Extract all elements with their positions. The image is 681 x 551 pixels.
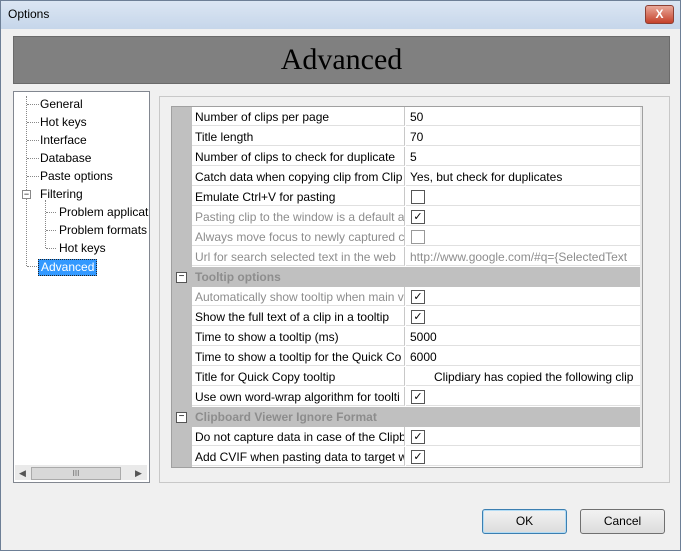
- category-label: Clipboard Viewer Ignore Format: [195, 410, 377, 424]
- property-row: Add CVIF when pasting data to target w ✓: [172, 447, 642, 467]
- property-row: Use own word-wrap algorithm for toolti ✓: [172, 387, 642, 407]
- property-value: ✓: [406, 307, 640, 326]
- scrollbar-thumb[interactable]: ≡: [642, 123, 643, 343]
- tree-connector: [27, 176, 39, 177]
- tree-item-filtering[interactable]: Filtering: [40, 187, 83, 202]
- property-name[interactable]: Title length: [192, 127, 405, 146]
- property-name[interactable]: Use own word-wrap algorithm for toolti: [192, 387, 405, 406]
- tree-connector: [45, 200, 46, 248]
- checkbox[interactable]: [411, 230, 425, 244]
- grid-vertical-scrollbar[interactable]: ▲ ≡ ▼: [640, 107, 643, 467]
- scrollbar-thumb[interactable]: III: [31, 467, 121, 480]
- property-name[interactable]: Add CVIF when pasting data to target w: [192, 447, 405, 466]
- property-value: ✓: [406, 427, 640, 446]
- checkbox[interactable]: ✓: [411, 290, 425, 304]
- property-value: ✓: [406, 387, 640, 406]
- tree-connector: [46, 248, 56, 249]
- collapse-icon[interactable]: −: [22, 190, 31, 199]
- scroll-right-icon[interactable]: ▶: [135, 468, 142, 479]
- property-name[interactable]: Number of clips to check for duplicate: [192, 147, 405, 166]
- tree-connector: [27, 140, 39, 141]
- property-name[interactable]: Always move focus to newly captured c: [192, 227, 405, 246]
- close-button[interactable]: X: [645, 5, 674, 24]
- tree-connector: [27, 122, 39, 123]
- scroll-left-icon[interactable]: ◀: [19, 468, 26, 479]
- property-value[interactable]: 5: [406, 147, 640, 166]
- property-name[interactable]: Time to show a tooltip (ms): [192, 327, 405, 346]
- property-row: Show the full text of a clip in a toolti…: [172, 307, 642, 327]
- page-title: Advanced: [13, 36, 670, 84]
- tree-item-filtering-hot-keys[interactable]: Hot keys: [59, 241, 106, 256]
- property-value[interactable]: http://www.google.com/#q={SelectedText: [406, 247, 640, 266]
- property-row: Always move focus to newly captured c: [172, 227, 642, 247]
- property-row: Do not capture data in case of the Clipb…: [172, 427, 642, 447]
- property-row: Time to show a tooltip for the Quick Co …: [172, 347, 642, 367]
- property-value: [406, 187, 640, 206]
- property-value[interactable]: 6000: [406, 347, 640, 366]
- property-name[interactable]: Pasting clip to the window is a default …: [192, 207, 405, 226]
- cancel-button[interactable]: Cancel: [580, 509, 665, 534]
- property-value: ✓: [406, 447, 640, 466]
- tree-item-advanced[interactable]: Advanced: [38, 259, 98, 276]
- checkbox[interactable]: ✓: [411, 210, 425, 224]
- property-value[interactable]: 50: [406, 107, 640, 126]
- property-row: Pasting clip to the window is a default …: [172, 207, 642, 227]
- tree-connector: [27, 104, 39, 105]
- property-row: Title length 70: [172, 127, 642, 147]
- property-row: Number of clips per page 50: [172, 107, 642, 127]
- property-value: [406, 227, 640, 246]
- property-name[interactable]: Automatically show tooltip when main v: [192, 287, 405, 306]
- property-name[interactable]: Do not capture data in case of the Clipb: [192, 427, 405, 446]
- tree-item-problem-formats[interactable]: Problem formats: [59, 223, 147, 238]
- tree-connector: [46, 230, 56, 231]
- title-bar: Options X: [1, 1, 680, 29]
- checkbox[interactable]: ✓: [411, 310, 425, 324]
- property-name[interactable]: Catch data when copying clip from Clip: [192, 167, 405, 186]
- collapse-icon[interactable]: −: [176, 412, 187, 423]
- property-row: Url for search selected text in the web …: [172, 247, 642, 267]
- window-title: Options: [8, 7, 50, 21]
- checkbox[interactable]: [411, 190, 425, 204]
- tree-item-hot-keys[interactable]: Hot keys: [40, 115, 87, 130]
- category-tree: − General Hot keys Interface Database Pa…: [13, 91, 150, 483]
- property-grid: Number of clips per page 50 Title length…: [171, 106, 643, 468]
- property-name[interactable]: Number of clips per page: [192, 107, 405, 126]
- property-name[interactable]: Title for Quick Copy tooltip: [192, 367, 405, 386]
- property-row: Catch data when copying clip from Clip Y…: [172, 167, 642, 187]
- property-name[interactable]: Url for search selected text in the web: [192, 247, 405, 266]
- tree-item-interface[interactable]: Interface: [40, 133, 87, 148]
- tree-item-paste-options[interactable]: Paste options: [40, 169, 113, 184]
- property-row: Automatically show tooltip when main v ✓: [172, 287, 642, 307]
- checkbox[interactable]: ✓: [411, 390, 425, 404]
- property-name[interactable]: Time to show a tooltip for the Quick Co: [192, 347, 405, 366]
- tree-item-database[interactable]: Database: [40, 151, 91, 166]
- property-value: ✓: [406, 207, 640, 226]
- checkbox[interactable]: ✓: [411, 450, 425, 464]
- property-value[interactable]: 70: [406, 127, 640, 146]
- category-label: Tooltip options: [195, 270, 281, 284]
- tree-connector: [27, 158, 39, 159]
- checkbox[interactable]: ✓: [411, 430, 425, 444]
- tree-connector: [46, 212, 56, 213]
- tree-item-general[interactable]: General: [40, 97, 83, 112]
- tree-item-problem-applications[interactable]: Problem applicat: [59, 205, 148, 220]
- collapse-icon[interactable]: −: [176, 272, 187, 283]
- property-row: Emulate Ctrl+V for pasting: [172, 187, 642, 207]
- property-name[interactable]: Show the full text of a clip in a toolti…: [192, 307, 405, 326]
- category-row-tooltip-options: − Tooltip options: [172, 267, 640, 287]
- category-row-clipboard-viewer: − Clipboard Viewer Ignore Format: [172, 407, 640, 427]
- property-value: ✓: [406, 287, 640, 306]
- tree-horizontal-scrollbar[interactable]: ◀ III ▶: [15, 465, 147, 480]
- property-row: Time to show a tooltip (ms) 5000: [172, 327, 642, 347]
- property-name[interactable]: Emulate Ctrl+V for pasting: [192, 187, 405, 206]
- property-row: Title for Quick Copy tooltip Clipdiary h…: [172, 367, 642, 387]
- options-window: Options X Advanced − General Hot keys In…: [0, 0, 681, 551]
- property-value[interactable]: 5000: [406, 327, 640, 346]
- property-value[interactable]: Yes, but check for duplicates: [406, 167, 640, 186]
- ok-button[interactable]: OK: [482, 509, 567, 534]
- property-value[interactable]: Clipdiary has copied the following clip: [406, 367, 640, 386]
- property-row: Number of clips to check for duplicate 5: [172, 147, 642, 167]
